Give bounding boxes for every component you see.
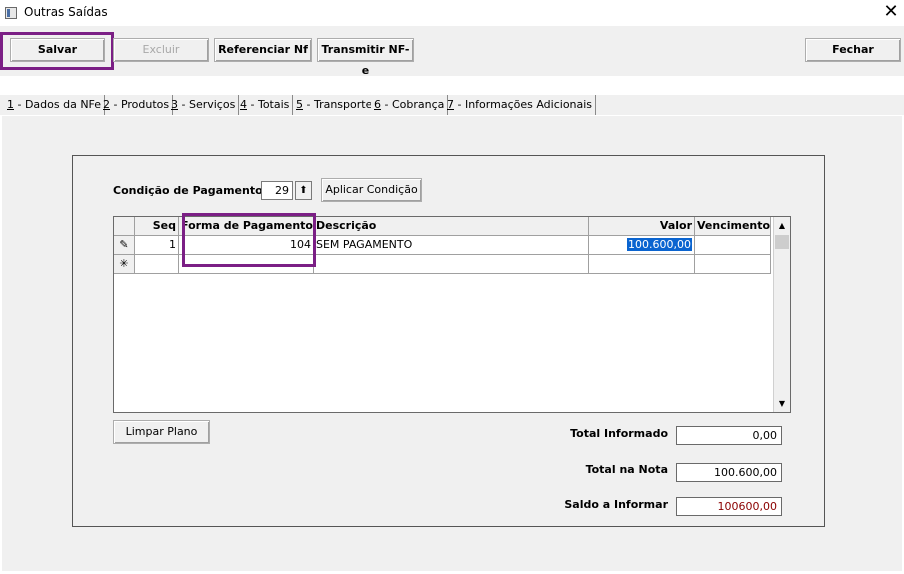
tab-produtos[interactable]: 2 - Produtos: [100, 95, 174, 115]
condicao-pagamento-input[interactable]: 29: [261, 181, 293, 200]
condicao-pagamento-label: Condição de Pagamento: [113, 184, 263, 197]
col-header-seq[interactable]: Seq: [135, 217, 179, 236]
grid-corner: [114, 217, 135, 236]
saldo-informar-label: Saldo a Informar: [564, 498, 668, 511]
transmitir-nfe-button[interactable]: Transmitir NF-e: [317, 38, 414, 77]
spin-up-icon[interactable]: ⬆: [295, 181, 312, 200]
tab-servicos[interactable]: 3 - Serviços: [168, 95, 240, 115]
total-nota-field[interactable]: 100.600,00: [676, 463, 782, 482]
close-icon[interactable]: ✕: [882, 2, 900, 22]
cell-vencimento[interactable]: [695, 236, 771, 255]
forma-pagamento-highlight: [182, 213, 316, 267]
scroll-down-icon[interactable]: ▼: [774, 395, 790, 412]
fechar-button[interactable]: Fechar: [805, 38, 901, 62]
tab-strip: 1 - Dados da NFe 2 - Produtos 3 - Serviç…: [0, 95, 904, 115]
scroll-thumb[interactable]: [775, 235, 789, 249]
window-title: Outras Saídas: [24, 5, 108, 19]
salvar-highlight: [0, 32, 114, 70]
tab-cobranca[interactable]: 6 - Cobrança: [371, 95, 449, 115]
tab-transporte[interactable]: 5 - Transporte: [293, 95, 377, 115]
cell-seq-new[interactable]: [135, 255, 179, 274]
limpar-plano-button[interactable]: Limpar Plano: [113, 420, 210, 444]
col-header-vencimento[interactable]: Vencimento: [695, 217, 771, 236]
total-informado-field[interactable]: 0,00: [676, 426, 782, 445]
cell-valor-selected-text: 100.600,00: [627, 238, 692, 251]
total-nota-label: Total na Nota: [585, 463, 668, 476]
cell-valor[interactable]: 100.600,00: [589, 236, 695, 255]
saldo-informar-field[interactable]: 100600,00: [676, 497, 782, 516]
referenciar-nf-button[interactable]: Referenciar Nf: [214, 38, 312, 62]
excluir-button[interactable]: Excluir: [113, 38, 209, 62]
row-indicator-new-icon: ✳: [114, 255, 135, 274]
row-indicator-edit-icon: ✎: [114, 236, 135, 255]
cell-descricao[interactable]: SEM PAGAMENTO: [314, 236, 589, 255]
cell-vencimento-new[interactable]: [695, 255, 771, 274]
col-header-valor[interactable]: Valor: [589, 217, 695, 236]
app-icon: [5, 7, 17, 19]
scroll-up-icon[interactable]: ▲: [774, 217, 790, 234]
tab-dados-nfe[interactable]: 1 - Dados da NFe: [4, 95, 106, 115]
cell-valor-new[interactable]: [589, 255, 695, 274]
aplicar-condicao-button[interactable]: Aplicar Condição: [321, 178, 422, 202]
total-informado-label: Total Informado: [570, 427, 668, 440]
grid-vertical-scrollbar[interactable]: ▲ ▼: [773, 217, 790, 412]
tab-informacoes-adicionais[interactable]: 7 - Informações Adicionais: [444, 95, 597, 115]
title-bar: Outras Saídas ✕: [0, 0, 904, 26]
col-header-descricao[interactable]: Descrição: [314, 217, 589, 236]
cell-seq[interactable]: 1: [135, 236, 179, 255]
cell-descricao-new[interactable]: [314, 255, 589, 274]
tab-totais[interactable]: 4 - Totais: [237, 95, 294, 115]
